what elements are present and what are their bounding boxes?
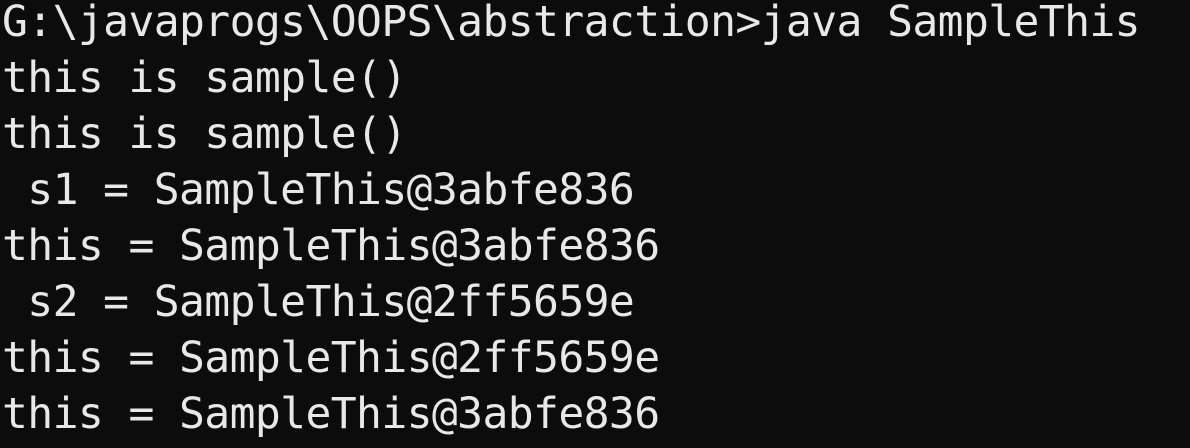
output-line: this is sample() — [2, 53, 407, 103]
output-line: this = SampleThis@3abfe836 — [2, 221, 660, 271]
console-output[interactable]: G:\javaprogs\OOPS\abstraction>java Sampl… — [0, 0, 1190, 448]
output-line: s1 = SampleThis@3abfe836 — [2, 165, 635, 215]
output-line: this = SampleThis@3abfe836 — [2, 389, 660, 439]
command-prompt-line: G:\javaprogs\OOPS\abstraction>java Sampl… — [2, 0, 1141, 47]
output-line: s2 = SampleThis@2ff5659e — [2, 277, 635, 327]
output-line: this = SampleThis@2ff5659e — [2, 333, 660, 383]
output-line: this is sample() — [2, 109, 407, 159]
